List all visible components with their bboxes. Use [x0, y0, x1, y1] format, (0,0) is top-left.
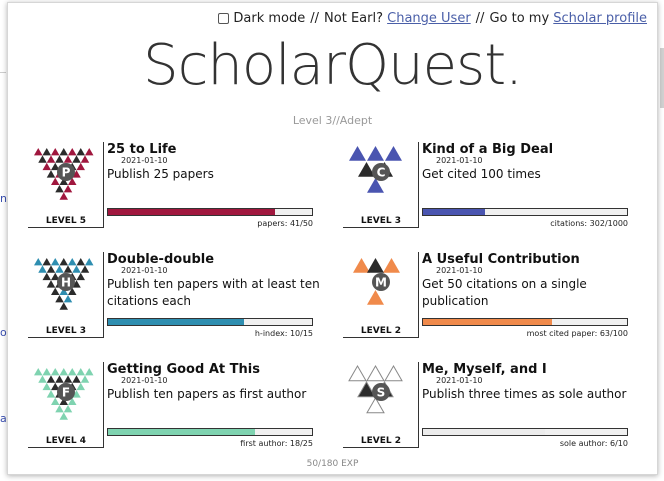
badge-level: LEVEL 3 [45, 326, 87, 336]
progress-bar [107, 428, 313, 436]
achievement-card[interactable]: M LEVEL 2 A Useful Contribution 2021-01-… [343, 252, 643, 344]
scholar-profile-link[interactable]: Scholar profile [553, 11, 647, 26]
achievement-title: A Useful Contribution [422, 252, 580, 267]
logo-dot: . [505, 33, 523, 98]
badge-level: LEVEL 2 [360, 326, 402, 336]
progress-fill [108, 319, 245, 325]
achievement-info: Getting Good At This 2021-01-10 Publish … [107, 362, 320, 403]
achievement-badge: M LEVEL 2 [343, 252, 419, 338]
progress-bar [422, 208, 628, 216]
background-divider [0, 72, 6, 73]
progress-fill [423, 319, 552, 325]
progress-label: first author: 18/25 [240, 439, 313, 448]
badge-level: LEVEL 3 [360, 216, 402, 226]
achievement-date: 2021-01-10 [121, 266, 168, 275]
badge-letter: S [377, 386, 386, 400]
achievement-badge: P LEVEL 5 [28, 142, 104, 228]
achievement-title: Getting Good At This [107, 362, 260, 377]
achievement-info: A Useful Contribution 2021-01-10 Get 50 … [422, 252, 635, 310]
badge-emblem-icon: P [34, 148, 94, 200]
achievement-badge: H LEVEL 3 [28, 252, 104, 338]
change-user-link[interactable]: Change User [387, 11, 471, 26]
achievement-date: 2021-01-10 [436, 376, 483, 385]
achievement-info: 25 to Life 2021-01-10 Publish 25 papers [107, 142, 320, 183]
progress-label: sole author: 6/10 [559, 439, 628, 448]
achievement-card[interactable]: F LEVEL 4 Getting Good At This 2021-01-1… [28, 362, 328, 454]
progress-fill [108, 209, 276, 215]
scrollbar-thumb[interactable] [660, 48, 664, 108]
badge-letter: P [62, 166, 71, 180]
progress-fill [423, 209, 485, 215]
badge-level: LEVEL 4 [45, 436, 87, 446]
achievement-description: Publish ten papers with at least ten cit… [107, 277, 320, 308]
achievement-title: Kind of a Big Deal [422, 142, 554, 157]
achievement-info: Me, Myself, and I 2021-01-10 Publish thr… [422, 362, 635, 403]
achievement-info: Kind of a Big Deal 2021-01-10 Get cited … [422, 142, 635, 183]
badge-emblem-icon: F [34, 368, 94, 420]
achievement-info: Double-double 2021-01-10 Publish ten pap… [107, 252, 320, 310]
achievement-description: Publish 25 papers [107, 167, 214, 181]
user-level: Level 3//Adept [292, 114, 373, 127]
app-logo: ScholarQuest. [8, 33, 657, 98]
achievement-card[interactable]: S LEVEL 2 Me, Myself, and I 2021-01-10 P… [343, 362, 643, 454]
separator: // [310, 11, 320, 26]
logo-text: ScholarQuest [143, 33, 506, 98]
achievement-title: Double-double [107, 252, 215, 267]
badge-emblem-icon: M [353, 258, 400, 305]
badge-emblem-icon: C [349, 146, 402, 193]
not-user-text: Not Earl? [324, 11, 383, 26]
progress-bar [422, 428, 628, 436]
achievement-date: 2021-01-10 [121, 376, 168, 385]
progress-label: papers: 41/50 [257, 219, 313, 228]
progress-bar [107, 208, 313, 216]
achievement-description: Publish three times as sole author [422, 387, 627, 401]
achievement-description: Get 50 citations on a single publication [422, 277, 587, 308]
achievement-description: Get cited 100 times [422, 167, 541, 181]
badge-emblem-icon: S [348, 364, 403, 414]
dark-mode-checkbox[interactable] [218, 13, 230, 24]
experience-total: 50/180 EXP [306, 459, 359, 469]
achievement-title: 25 to Life [107, 142, 177, 157]
dark-mode-label[interactable]: Dark mode [233, 11, 305, 26]
progress-label: citations: 302/1000 [550, 219, 628, 228]
progress-fill [423, 429, 546, 435]
achievement-card[interactable]: H LEVEL 3 Double-double 2021-01-10 Publi… [28, 252, 328, 344]
achievement-card[interactable]: C LEVEL 3 Kind of a Big Deal 2021-01-10 … [343, 142, 643, 234]
achievement-date: 2021-01-10 [436, 156, 483, 165]
achievement-date: 2021-01-10 [121, 156, 168, 165]
achievement-badge: C LEVEL 3 [343, 142, 419, 228]
achievement-title: Me, Myself, and I [422, 362, 547, 377]
progress-label: h-index: 10/15 [254, 329, 313, 338]
scholarquest-panel: Dark mode // Not Earl? Change User // Go… [7, 2, 658, 475]
badge-letter: H [61, 276, 71, 290]
badge-level: LEVEL 5 [45, 216, 87, 226]
progress-bar [107, 318, 313, 326]
achievement-badge: F LEVEL 4 [28, 362, 104, 448]
separator: // [475, 11, 485, 26]
progress-bar [422, 318, 628, 326]
badge-level: LEVEL 2 [360, 436, 402, 446]
achievement-description: Publish ten papers as first author [107, 387, 307, 401]
badge-letter: C [377, 166, 386, 180]
achievement-date: 2021-01-10 [436, 266, 483, 275]
badge-emblem-icon: H [34, 258, 94, 310]
badge-letter: M [375, 276, 387, 290]
top-bar: Dark mode // Not Earl? Change User // Go… [218, 11, 647, 26]
progress-label: most cited paper: 63/100 [526, 329, 628, 338]
achievement-card[interactable]: P LEVEL 5 25 to Life 2021-01-10 Publish … [28, 142, 328, 234]
progress-fill [108, 429, 255, 435]
achievement-badge: S LEVEL 2 [343, 362, 419, 448]
goto-text: Go to my [489, 11, 550, 26]
badge-letter: F [62, 386, 70, 400]
